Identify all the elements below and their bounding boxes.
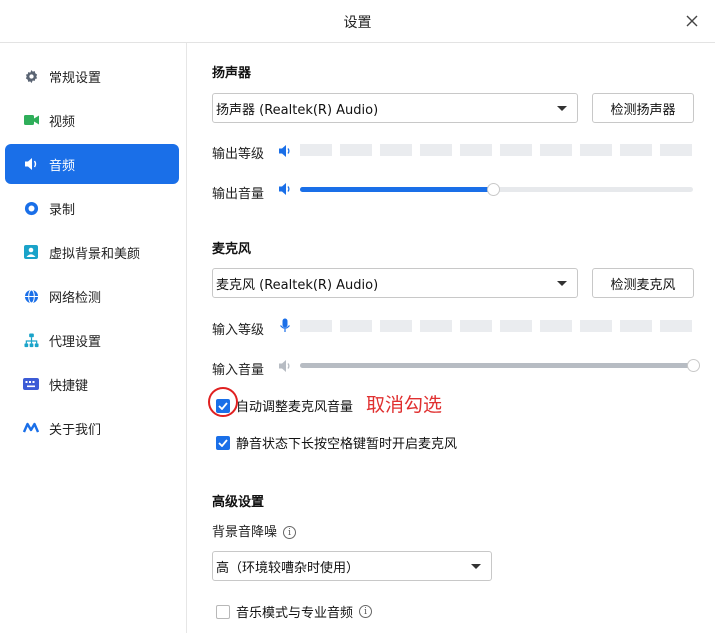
portrait-icon [23,244,39,260]
sidebar-item-label: 录制 [49,202,76,218]
output-level-label: 输出等级 [212,147,265,162]
output-volume-handle[interactable] [486,183,500,196]
sidebar-item-label: 音频 [49,158,76,174]
test-speaker-button[interactable]: 检测扬声器 [592,93,694,123]
mic-device-select[interactable]: 麦克风 (Realtek(R) Audio) [212,268,578,298]
globe-icon [23,288,39,304]
speaker-device-value: 扬声器 (Realtek(R) Audio) [216,102,379,118]
music-mode-checkbox[interactable]: 音乐模式与专业音频 i [216,602,373,621]
speaker-device-select[interactable]: 扬声器 (Realtek(R) Audio) [212,93,578,123]
sidebar-item-label: 代理设置 [49,334,102,350]
sidebar-item-label: 网络检测 [49,290,102,306]
checkbox-checked-icon[interactable] [216,435,230,450]
title-bar: 设置 [0,0,715,43]
sidebar-item-record[interactable]: 录制 [5,188,179,228]
noise-suppression-select[interactable]: 高（环境较嘈杂时使用） [212,551,492,581]
sidebar-item-label: 关于我们 [49,422,102,438]
output-volume-slider[interactable] [300,183,693,196]
audio-settings-panel: 扬声器 扬声器 (Realtek(R) Audio) 检测扬声器 输出等级 输出… [188,43,715,633]
mic-device-value: 麦克风 (Realtek(R) Audio) [216,277,379,293]
annotation-circle [208,387,238,417]
input-volume-label: 输入音量 [212,363,265,378]
microphone-icon [278,318,292,333]
sidebar: 常规设置 视频 音频 录制 虚拟背景和美颜 网络检测 代理设置 快捷键 关于我们 [0,43,187,633]
speaker-volume-icon [278,359,292,373]
info-icon[interactable]: i [283,526,297,539]
info-icon[interactable]: i [359,605,373,618]
sidebar-item-label: 快捷键 [49,378,89,394]
sidebar-item-general[interactable]: 常规设置 [5,56,179,96]
advanced-section-title: 高级设置 [212,495,265,510]
speaker-section-title: 扬声器 [212,66,252,81]
sidebar-item-label: 虚拟背景和美颜 [49,246,141,262]
close-icon[interactable] [681,10,703,32]
input-volume-handle[interactable] [687,359,700,372]
sidebar-item-virtual-background[interactable]: 虚拟背景和美颜 [5,232,179,272]
window-title: 设置 [343,15,372,31]
network-nodes-icon [23,332,39,348]
sidebar-item-audio[interactable]: 音频 [5,144,179,184]
mute-space-temp-unmute-checkbox[interactable]: 静音状态下长按空格键暂时开启麦克风 [216,433,457,452]
noise-suppression-value: 高（环境较嘈杂时使用） [216,560,360,576]
keyboard-icon [23,376,39,392]
auto-adjust-label: 自动调整麦克风音量 [236,400,354,415]
input-level-meter [300,320,692,332]
sidebar-item-proxy[interactable]: 代理设置 [5,320,179,360]
output-volume-label: 输出音量 [212,187,265,202]
output-level-meter [300,144,692,156]
sidebar-item-video[interactable]: 视频 [5,100,179,140]
noise-label-text: 背景音降噪 [212,525,278,540]
annotation-text: 取消勾选 [366,394,443,416]
checkbox-unchecked-icon[interactable] [216,604,230,619]
mic-section-title: 麦克风 [212,242,252,257]
sidebar-item-shortcuts[interactable]: 快捷键 [5,364,179,404]
chevron-down-icon [557,281,567,286]
test-mic-button[interactable]: 检测麦克风 [592,268,694,298]
sidebar-item-network-test[interactable]: 网络检测 [5,276,179,316]
logo-icon [23,420,39,436]
gear-icon [23,68,39,84]
chevron-down-icon [471,564,481,569]
input-volume-fill [300,363,693,368]
sidebar-item-about[interactable]: 关于我们 [5,408,179,448]
mute-space-label: 静音状态下长按空格键暂时开启麦克风 [236,437,458,452]
sidebar-item-label: 常规设置 [49,70,102,86]
input-level-label: 输入等级 [212,323,265,338]
noise-suppression-label: 背景音降噪 i [212,521,297,540]
output-volume-fill [300,187,493,192]
video-camera-icon [23,112,39,128]
record-icon [23,200,39,216]
speaker-volume-icon [278,182,292,196]
speaker-icon [23,156,39,172]
input-volume-slider[interactable] [300,359,700,372]
music-mode-label: 音乐模式与专业音频 [236,606,354,621]
speaker-level-icon [278,144,292,158]
chevron-down-icon [557,106,567,111]
sidebar-item-label: 视频 [49,114,76,130]
